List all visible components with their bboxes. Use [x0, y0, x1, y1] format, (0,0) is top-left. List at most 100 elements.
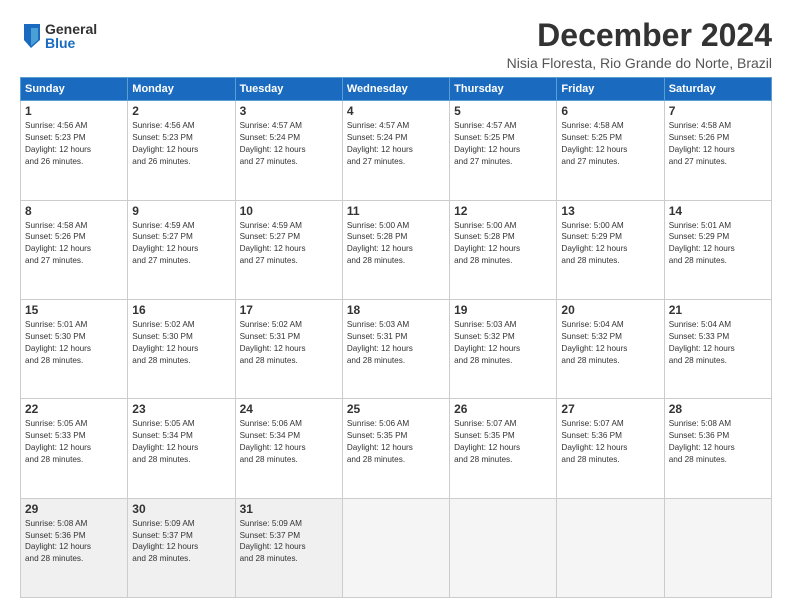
calendar-cell: 12 Sunrise: 5:00 AM Sunset: 5:28 PM Dayl… [450, 200, 557, 299]
cell-details: Sunrise: 5:06 AM Sunset: 5:35 PM Dayligh… [347, 418, 445, 466]
calendar-cell [342, 498, 449, 597]
day-number: 10 [240, 204, 338, 218]
col-thursday: Thursday [450, 78, 557, 101]
cell-details: Sunrise: 4:56 AM Sunset: 5:23 PM Dayligh… [132, 120, 230, 168]
cell-details: Sunrise: 5:07 AM Sunset: 5:35 PM Dayligh… [454, 418, 552, 466]
day-number: 18 [347, 303, 445, 317]
day-number: 21 [669, 303, 767, 317]
col-wednesday: Wednesday [342, 78, 449, 101]
calendar-row: 1 Sunrise: 4:56 AM Sunset: 5:23 PM Dayli… [21, 101, 772, 200]
day-number: 3 [240, 104, 338, 118]
header: General Blue December 2024 Nisia Florest… [20, 18, 772, 71]
cell-details: Sunrise: 5:08 AM Sunset: 5:36 PM Dayligh… [669, 418, 767, 466]
cell-details: Sunrise: 5:01 AM Sunset: 5:29 PM Dayligh… [669, 220, 767, 268]
cell-details: Sunrise: 4:58 AM Sunset: 5:25 PM Dayligh… [561, 120, 659, 168]
calendar-cell: 1 Sunrise: 4:56 AM Sunset: 5:23 PM Dayli… [21, 101, 128, 200]
day-number: 24 [240, 402, 338, 416]
day-number: 22 [25, 402, 123, 416]
day-number: 28 [669, 402, 767, 416]
cell-details: Sunrise: 4:57 AM Sunset: 5:24 PM Dayligh… [240, 120, 338, 168]
cell-details: Sunrise: 5:09 AM Sunset: 5:37 PM Dayligh… [240, 518, 338, 566]
day-number: 26 [454, 402, 552, 416]
cell-details: Sunrise: 5:02 AM Sunset: 5:30 PM Dayligh… [132, 319, 230, 367]
day-number: 16 [132, 303, 230, 317]
calendar-cell [450, 498, 557, 597]
col-saturday: Saturday [664, 78, 771, 101]
calendar-cell: 20 Sunrise: 5:04 AM Sunset: 5:32 PM Dayl… [557, 299, 664, 398]
calendar-cell: 7 Sunrise: 4:58 AM Sunset: 5:26 PM Dayli… [664, 101, 771, 200]
day-number: 19 [454, 303, 552, 317]
col-tuesday: Tuesday [235, 78, 342, 101]
calendar-cell: 24 Sunrise: 5:06 AM Sunset: 5:34 PM Dayl… [235, 399, 342, 498]
cell-details: Sunrise: 5:04 AM Sunset: 5:33 PM Dayligh… [669, 319, 767, 367]
day-number: 7 [669, 104, 767, 118]
calendar-cell: 29 Sunrise: 5:08 AM Sunset: 5:36 PM Dayl… [21, 498, 128, 597]
calendar-cell: 21 Sunrise: 5:04 AM Sunset: 5:33 PM Dayl… [664, 299, 771, 398]
cell-details: Sunrise: 5:05 AM Sunset: 5:34 PM Dayligh… [132, 418, 230, 466]
logo-text: General Blue [45, 22, 97, 50]
day-number: 5 [454, 104, 552, 118]
cell-details: Sunrise: 5:00 AM Sunset: 5:28 PM Dayligh… [454, 220, 552, 268]
col-monday: Monday [128, 78, 235, 101]
day-number: 1 [25, 104, 123, 118]
month-title: December 2024 [507, 18, 772, 53]
col-sunday: Sunday [21, 78, 128, 101]
logo-blue: Blue [45, 36, 97, 50]
cell-details: Sunrise: 4:58 AM Sunset: 5:26 PM Dayligh… [25, 220, 123, 268]
calendar-cell: 30 Sunrise: 5:09 AM Sunset: 5:37 PM Dayl… [128, 498, 235, 597]
calendar-header: Sunday Monday Tuesday Wednesday Thursday… [21, 78, 772, 101]
day-number: 4 [347, 104, 445, 118]
day-number: 31 [240, 502, 338, 516]
cell-details: Sunrise: 5:03 AM Sunset: 5:31 PM Dayligh… [347, 319, 445, 367]
cell-details: Sunrise: 4:59 AM Sunset: 5:27 PM Dayligh… [132, 220, 230, 268]
logo: General Blue [20, 22, 97, 50]
day-number: 11 [347, 204, 445, 218]
cell-details: Sunrise: 4:56 AM Sunset: 5:23 PM Dayligh… [25, 120, 123, 168]
day-number: 25 [347, 402, 445, 416]
calendar-cell: 10 Sunrise: 4:59 AM Sunset: 5:27 PM Dayl… [235, 200, 342, 299]
calendar-cell: 3 Sunrise: 4:57 AM Sunset: 5:24 PM Dayli… [235, 101, 342, 200]
calendar-cell: 31 Sunrise: 5:09 AM Sunset: 5:37 PM Dayl… [235, 498, 342, 597]
calendar-cell: 23 Sunrise: 5:05 AM Sunset: 5:34 PM Dayl… [128, 399, 235, 498]
calendar-cell: 11 Sunrise: 5:00 AM Sunset: 5:28 PM Dayl… [342, 200, 449, 299]
logo-icon [20, 22, 42, 50]
day-number: 30 [132, 502, 230, 516]
calendar-cell: 28 Sunrise: 5:08 AM Sunset: 5:36 PM Dayl… [664, 399, 771, 498]
day-number: 23 [132, 402, 230, 416]
day-number: 17 [240, 303, 338, 317]
calendar-body: 1 Sunrise: 4:56 AM Sunset: 5:23 PM Dayli… [21, 101, 772, 598]
logo-general: General [45, 22, 97, 36]
calendar-cell: 17 Sunrise: 5:02 AM Sunset: 5:31 PM Dayl… [235, 299, 342, 398]
cell-details: Sunrise: 5:01 AM Sunset: 5:30 PM Dayligh… [25, 319, 123, 367]
col-friday: Friday [557, 78, 664, 101]
calendar-cell: 25 Sunrise: 5:06 AM Sunset: 5:35 PM Dayl… [342, 399, 449, 498]
calendar-cell: 8 Sunrise: 4:58 AM Sunset: 5:26 PM Dayli… [21, 200, 128, 299]
header-row: Sunday Monday Tuesday Wednesday Thursday… [21, 78, 772, 101]
cell-details: Sunrise: 4:57 AM Sunset: 5:25 PM Dayligh… [454, 120, 552, 168]
calendar-row: 15 Sunrise: 5:01 AM Sunset: 5:30 PM Dayl… [21, 299, 772, 398]
day-number: 2 [132, 104, 230, 118]
cell-details: Sunrise: 4:58 AM Sunset: 5:26 PM Dayligh… [669, 120, 767, 168]
calendar-cell: 15 Sunrise: 5:01 AM Sunset: 5:30 PM Dayl… [21, 299, 128, 398]
calendar-cell: 27 Sunrise: 5:07 AM Sunset: 5:36 PM Dayl… [557, 399, 664, 498]
calendar-cell: 26 Sunrise: 5:07 AM Sunset: 5:35 PM Dayl… [450, 399, 557, 498]
cell-details: Sunrise: 5:08 AM Sunset: 5:36 PM Dayligh… [25, 518, 123, 566]
calendar-row: 22 Sunrise: 5:05 AM Sunset: 5:33 PM Dayl… [21, 399, 772, 498]
calendar-cell [557, 498, 664, 597]
calendar-cell: 22 Sunrise: 5:05 AM Sunset: 5:33 PM Dayl… [21, 399, 128, 498]
calendar-cell: 19 Sunrise: 5:03 AM Sunset: 5:32 PM Dayl… [450, 299, 557, 398]
calendar-cell: 4 Sunrise: 4:57 AM Sunset: 5:24 PM Dayli… [342, 101, 449, 200]
day-number: 20 [561, 303, 659, 317]
cell-details: Sunrise: 5:00 AM Sunset: 5:28 PM Dayligh… [347, 220, 445, 268]
calendar-cell: 6 Sunrise: 4:58 AM Sunset: 5:25 PM Dayli… [557, 101, 664, 200]
location-subtitle: Nisia Floresta, Rio Grande do Norte, Bra… [507, 55, 772, 71]
cell-details: Sunrise: 5:02 AM Sunset: 5:31 PM Dayligh… [240, 319, 338, 367]
cell-details: Sunrise: 4:59 AM Sunset: 5:27 PM Dayligh… [240, 220, 338, 268]
cell-details: Sunrise: 5:09 AM Sunset: 5:37 PM Dayligh… [132, 518, 230, 566]
title-block: December 2024 Nisia Floresta, Rio Grande… [507, 18, 772, 71]
calendar-row: 8 Sunrise: 4:58 AM Sunset: 5:26 PM Dayli… [21, 200, 772, 299]
calendar-cell: 2 Sunrise: 4:56 AM Sunset: 5:23 PM Dayli… [128, 101, 235, 200]
day-number: 27 [561, 402, 659, 416]
cell-details: Sunrise: 4:57 AM Sunset: 5:24 PM Dayligh… [347, 120, 445, 168]
day-number: 15 [25, 303, 123, 317]
